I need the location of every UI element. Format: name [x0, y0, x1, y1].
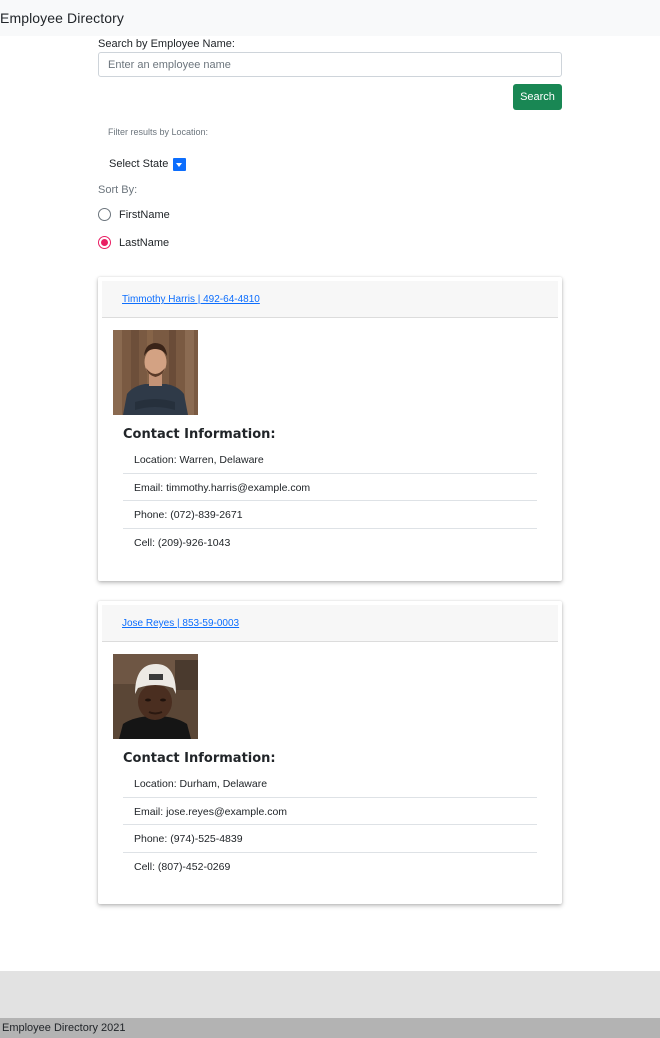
radio-lastname[interactable]	[98, 236, 111, 249]
search-label: Search by Employee Name:	[98, 38, 235, 50]
employee-name-link[interactable]: Jose Reyes | 853-59-0003	[122, 618, 239, 629]
contact-phone: Phone: (974)-525-4839	[123, 825, 537, 853]
employee-name-link[interactable]: Timmothy Harris | 492-64-4810	[122, 294, 260, 305]
contact-cell: Cell: (209)-926-1043	[134, 536, 231, 549]
employee-photo	[113, 330, 198, 415]
sort-label: Sort By:	[98, 184, 138, 196]
contact-cell: Cell: (807)-452-0269	[134, 860, 231, 873]
contact-email: Email: jose.reyes@example.com	[123, 798, 537, 825]
contact-heading: Contact Information:	[123, 427, 276, 442]
navbar-brand[interactable]: Employee Directory	[0, 10, 124, 26]
state-select-value: Select State	[109, 158, 169, 170]
dropdown-arrow-icon[interactable]	[173, 157, 187, 171]
contact-list: Location: Warren, Delaware Email: timmot…	[123, 446, 537, 556]
sort-option-firstname[interactable]: FirstName	[98, 208, 170, 221]
contact-location: Location: Warren, Delaware	[123, 446, 537, 474]
card-header: Timmothy Harris | 492-64-4810	[102, 281, 558, 318]
radio-firstname[interactable]	[98, 208, 111, 221]
employee-photo	[113, 654, 198, 739]
contact-location: Location: Durham, Delaware	[123, 770, 537, 798]
search-input[interactable]	[98, 52, 562, 77]
contact-email: Email: timmothy.harris@example.com	[123, 474, 537, 501]
search-button[interactable]: Search	[513, 84, 562, 110]
radio-label-firstname[interactable]: FirstName	[119, 209, 170, 221]
contact-heading: Contact Information:	[123, 751, 276, 766]
contact-phone: Phone: (072)-839-2671	[123, 501, 537, 529]
navbar: Employee Directory	[0, 0, 660, 36]
employee-card: Timmothy Harris | 492-64-4810 Contact In…	[98, 277, 562, 581]
footer: Employee Directory 2021	[0, 1018, 660, 1038]
filter-label: Filter results by Location:	[108, 127, 209, 137]
employee-card: Jose Reyes | 853-59-0003 Contact Informa…	[98, 601, 562, 904]
footer-text: Employee Directory 2021	[2, 1022, 126, 1034]
radio-label-lastname[interactable]: LastName	[119, 237, 169, 249]
card-header: Jose Reyes | 853-59-0003	[102, 605, 558, 642]
contact-list: Location: Durham, Delaware Email: jose.r…	[123, 770, 537, 880]
sort-option-lastname[interactable]: LastName	[98, 236, 169, 249]
footer-band	[0, 971, 660, 1018]
state-select[interactable]: Select State	[109, 157, 187, 171]
